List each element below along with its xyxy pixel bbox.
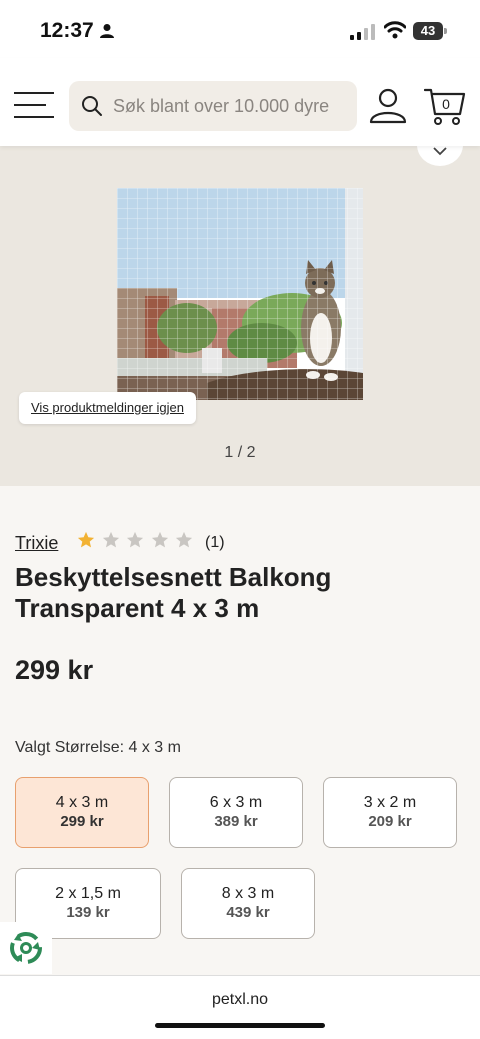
- chevron-down-icon: [433, 147, 447, 156]
- show-product-notices-button[interactable]: Vis produktmeldinger igjen: [19, 392, 196, 424]
- brand-link[interactable]: Trixie: [15, 533, 58, 554]
- size-name: 8 x 3 m: [221, 885, 275, 902]
- size-name: 3 x 2 m: [363, 794, 417, 811]
- star-icon: [77, 531, 95, 548]
- person-icon: [100, 24, 114, 38]
- collapse-button[interactable]: [417, 146, 463, 166]
- size-option[interactable]: 4 x 3 m 299 kr: [15, 777, 149, 848]
- cart-count: 0: [442, 96, 450, 112]
- battery-indicator: 43: [413, 22, 447, 40]
- size-name: 6 x 3 m: [209, 794, 263, 811]
- size-price: 439 kr: [226, 904, 270, 921]
- status-bar: 12:37 43: [0, 0, 480, 58]
- size-price: 299 kr: [60, 813, 104, 830]
- size-price: 389 kr: [214, 813, 258, 830]
- star-icon: [151, 531, 168, 548]
- gallery-pager: 1 / 2: [224, 444, 256, 461]
- home-indicator[interactable]: [155, 1023, 325, 1028]
- account-icon[interactable]: [369, 88, 407, 124]
- size-option[interactable]: 6 x 3 m 389 kr: [169, 777, 303, 848]
- search-box[interactable]: [69, 81, 357, 131]
- battery-level: 43: [413, 22, 443, 40]
- search-icon: [82, 96, 102, 116]
- menu-icon[interactable]: [14, 92, 54, 118]
- size-option[interactable]: 8 x 3 m 439 kr: [181, 868, 315, 939]
- star-icon: [175, 531, 193, 548]
- star-icon: [126, 531, 144, 548]
- product-image[interactable]: [117, 188, 363, 400]
- size-option[interactable]: 3 x 2 m 209 kr: [323, 777, 457, 848]
- review-count[interactable]: (1): [205, 534, 225, 552]
- status-time: 12:37: [40, 19, 94, 42]
- site-header: 0: [0, 58, 480, 146]
- size-name: 2 x 1,5 m: [55, 885, 121, 902]
- url-text[interactable]: petxl.no: [0, 991, 480, 1009]
- recycle-icon: [10, 932, 42, 964]
- product-title: Beskyttelsesnett Balkong Transparent 4 x…: [15, 562, 332, 623]
- product-price: 299 kr: [15, 655, 94, 685]
- star-icon: [102, 531, 119, 548]
- size-price: 209 kr: [368, 813, 412, 830]
- product-gallery[interactable]: Vis produktmeldinger igjen 1 / 2: [0, 146, 480, 486]
- battery-cap: [444, 28, 447, 34]
- signal-icon: [350, 24, 375, 40]
- search-input[interactable]: [113, 81, 349, 131]
- size-name: 4 x 3 m: [55, 794, 109, 811]
- size-price: 139 kr: [66, 904, 110, 921]
- recycle-badge[interactable]: [0, 922, 52, 974]
- selected-size-label: Valgt Størrelse: 4 x 3 m: [15, 739, 181, 756]
- wifi-icon: [384, 21, 406, 39]
- browser-url-bar[interactable]: petxl.no: [0, 975, 480, 1039]
